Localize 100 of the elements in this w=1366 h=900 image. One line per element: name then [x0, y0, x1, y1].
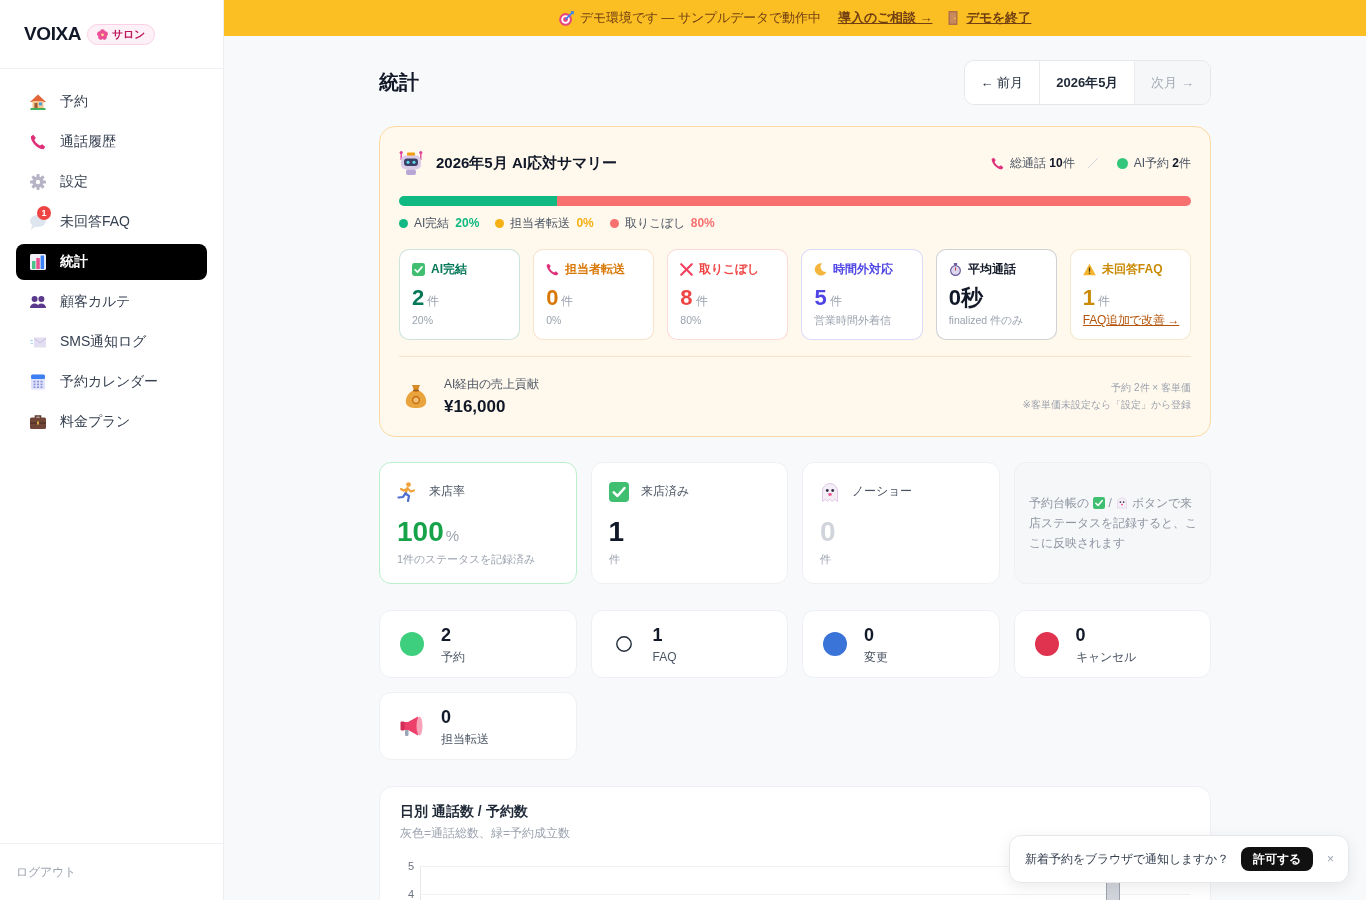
ai-bookings-text: AI予約 2件 [1133, 154, 1191, 172]
revenue-note: ※客単価未設定なら「設定」から登録 [1022, 397, 1191, 412]
stat-unit: 件 [820, 552, 831, 566]
metric-caption: 20% [412, 313, 433, 327]
nav-item[interactable]: 予約カレンダー [16, 364, 207, 400]
exit-demo-link[interactable]: デモを終了 [948, 9, 1032, 27]
legend-label: 担当者転送 [510, 214, 571, 232]
nav-item[interactable]: 顧客カルテ [16, 284, 207, 320]
legend-value: 80% [690, 216, 715, 230]
metric-label: 未回答FAQ [1101, 260, 1163, 278]
slash-divider-icon [1087, 158, 1098, 168]
robot-icon [399, 151, 423, 175]
nav-item[interactable]: 設定 [16, 164, 207, 200]
door-icon [948, 11, 959, 25]
count-label: 担当転送 [441, 730, 489, 747]
bar-chart-icon [30, 254, 46, 270]
flower-icon [97, 28, 109, 40]
chart-subtitle: 灰色=通話総数、緑=予約成立数 [400, 825, 571, 842]
metric-value: 1 [1082, 285, 1096, 311]
nav-item[interactable]: 予約 [16, 84, 207, 120]
nav-item[interactable]: SMS通知ログ [16, 324, 207, 360]
metric-caption: 営業時間外着信 [814, 313, 892, 327]
nav-item[interactable]: 通話履歴 [16, 124, 207, 160]
metric-label: 担当者転送 [565, 260, 626, 278]
check-icon [412, 262, 425, 276]
count-value: 0 [864, 623, 874, 646]
check-icon [608, 481, 629, 502]
summary-title: 2026年5月 AI応対サマリー [436, 153, 617, 173]
metric-unit: 件 [427, 293, 440, 310]
megaphone-icon [400, 714, 424, 738]
hint-text: ボタンで来 [1131, 495, 1192, 512]
metric-value: 5 [814, 285, 827, 311]
y-axis-label: 5 [407, 859, 414, 873]
brand-logo[interactable]: VOIXA [24, 23, 82, 45]
chart-title: 日別 通話数 / 予約数 [400, 802, 529, 821]
briefcase-icon [30, 415, 46, 429]
count-value: 0 [1075, 623, 1086, 646]
revenue-formula: 予約 2件 × 客単価 [1111, 380, 1191, 395]
hint-text: / [1108, 495, 1112, 512]
settings-icon [30, 174, 46, 190]
house-icon [30, 94, 46, 110]
metric-caption: 0% [546, 313, 562, 327]
page-title: 統計 [379, 70, 419, 95]
legend-value: 20% [455, 216, 480, 230]
metric-caption: finalized 件のみ [948, 313, 1024, 327]
metric-unit: 件 [561, 293, 574, 310]
hint-text: 予約台帳の [1028, 495, 1089, 512]
metric-unit: 件 [695, 293, 708, 310]
allow-button[interactable]: 許可する [1241, 847, 1313, 871]
nav-item[interactable]: 統計 [16, 244, 207, 280]
stat-caption: 1件のステータスを記録済み [397, 552, 536, 566]
runner-icon [397, 481, 417, 502]
count-value: 2 [441, 623, 451, 646]
metric-label: 取りこぼし [699, 260, 760, 278]
legend-value: 0% [576, 216, 594, 230]
nav-item[interactable]: 1 未回答FAQ [16, 204, 207, 240]
metric-value: 2 [412, 285, 425, 311]
stat-label: 来店済み [640, 483, 689, 500]
count-value: 0 [441, 705, 451, 728]
consult-link[interactable]: 導入のご相談 → [837, 9, 933, 27]
metric-caption: 80% [680, 313, 702, 327]
cross-icon [680, 262, 694, 276]
y-axis-label: 4 [407, 887, 414, 900]
stopwatch-icon [948, 262, 962, 276]
calendar-icon [30, 374, 46, 390]
count-label: 予約 [441, 648, 465, 665]
envelope-icon [30, 336, 46, 348]
phone-icon [30, 134, 46, 150]
ball-icon [1116, 157, 1128, 169]
metric-label: 平均通話 [967, 260, 1016, 278]
legend-label: 取りこぼし [624, 214, 685, 232]
ghost-icon [820, 481, 840, 502]
target-icon [558, 10, 574, 26]
metric-unit: 件 [1098, 293, 1111, 310]
ring-icon [615, 636, 632, 652]
nav-item[interactable]: 料金プラン [16, 404, 207, 440]
ghost-icon [1115, 497, 1128, 509]
metric-label: AI完結 [431, 260, 467, 278]
metric-label: 時間外対応 [833, 260, 894, 278]
total-calls-text: 総通話 10件 [1009, 154, 1075, 172]
phone-icon [546, 262, 560, 276]
revenue-label: AI経由の売上貢献 [444, 375, 540, 393]
stat-value: 1 [608, 515, 625, 549]
revenue-value: ¥16,000 [444, 396, 507, 417]
money-bag-icon [404, 384, 428, 408]
count-value: 1 [652, 623, 663, 646]
stat-label: ノーショー [852, 483, 912, 500]
warning-icon [1082, 262, 1096, 276]
check-icon [1092, 497, 1105, 509]
badge-label: サロン [112, 26, 146, 42]
faq-link[interactable]: FAQ追加で改善 → [1082, 313, 1180, 327]
count-label: 変更 [864, 648, 888, 665]
moon-icon [814, 262, 828, 276]
stat-unit: 件 [608, 552, 620, 566]
count-label: キャンセル [1075, 648, 1136, 665]
people-icon [30, 296, 46, 308]
metric-unit: 件 [829, 293, 842, 310]
stat-label: 来店率 [429, 483, 465, 500]
metric-value: 0 [546, 285, 559, 311]
count-badge: 1 [37, 206, 51, 220]
